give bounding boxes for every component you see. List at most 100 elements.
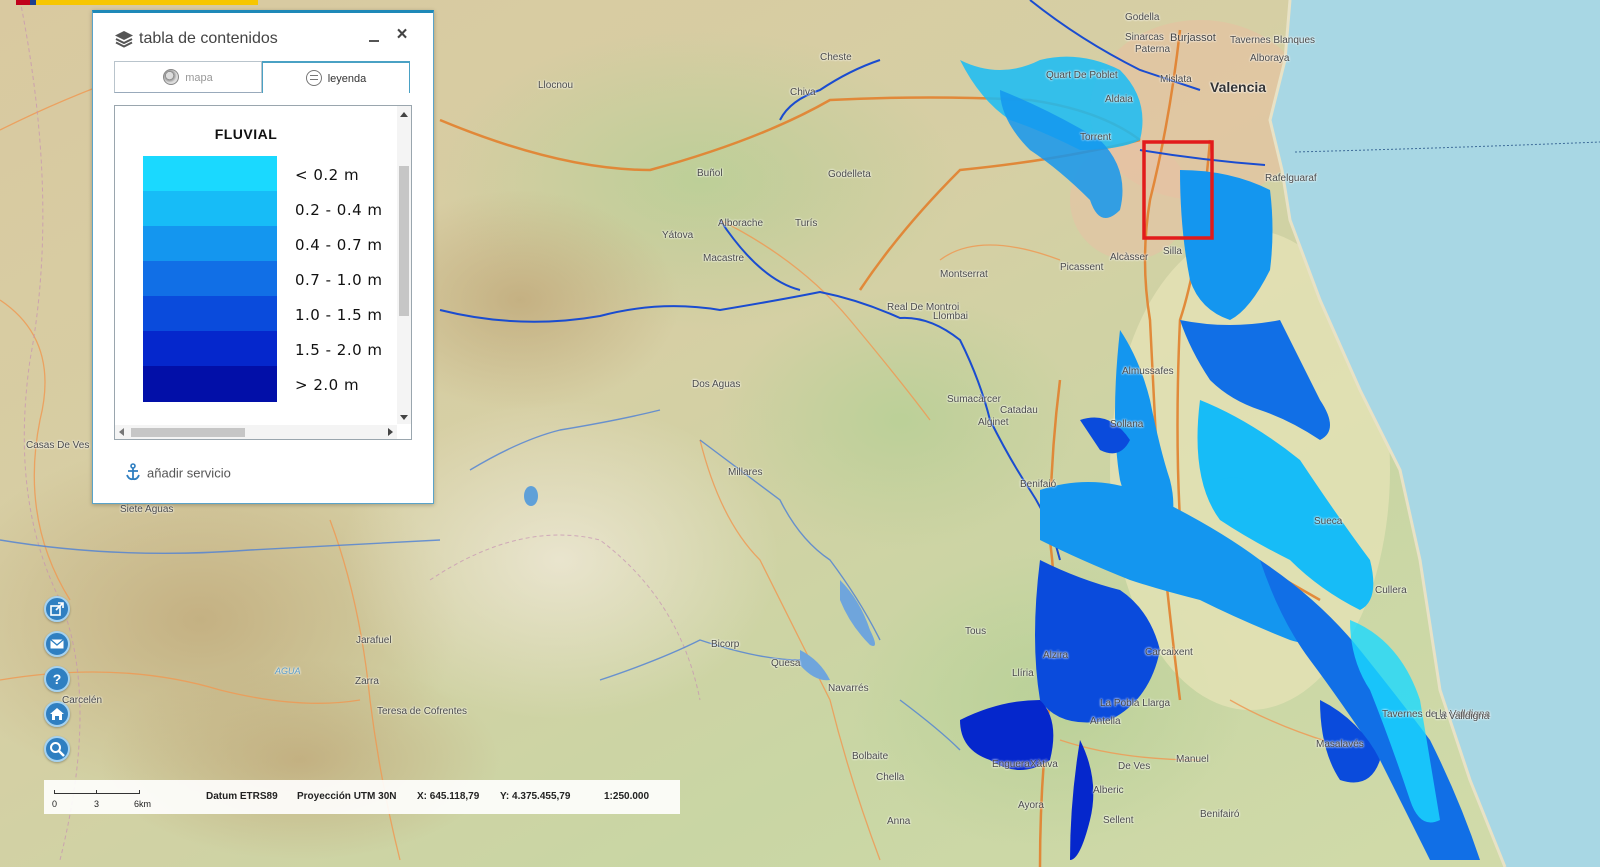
place-label: Cullera bbox=[1375, 585, 1407, 596]
add-service-label: añadir servicio bbox=[147, 465, 231, 481]
tab-label: mapa bbox=[185, 72, 213, 84]
horizontal-scrollbar[interactable] bbox=[115, 425, 397, 439]
legend-swatch bbox=[143, 331, 277, 367]
place-label: La Pobla Llarga bbox=[1100, 698, 1171, 709]
place-label: Sellent bbox=[1103, 815, 1134, 826]
legend-label: 1.0 - 1.5 m bbox=[295, 306, 383, 324]
tab-leyenda[interactable]: leyenda bbox=[262, 61, 410, 93]
place-label: Almussafes bbox=[1122, 366, 1174, 377]
place-label: Enguera bbox=[992, 759, 1030, 770]
place-label: Manuel bbox=[1176, 754, 1209, 765]
anchor-icon bbox=[126, 463, 140, 481]
scroll-down-icon[interactable] bbox=[400, 415, 408, 420]
zoom-button[interactable] bbox=[44, 736, 70, 762]
place-label: Yátova bbox=[662, 230, 694, 241]
scroll-thumb[interactable] bbox=[399, 166, 409, 316]
place-label: AGUA bbox=[275, 666, 301, 676]
help-icon: ? bbox=[53, 671, 62, 687]
place-label: Alginet bbox=[978, 417, 1009, 428]
tab-mapa[interactable]: mapa bbox=[114, 61, 262, 93]
place-label: Alboraya bbox=[1250, 53, 1290, 64]
place-label: Sollana bbox=[1110, 419, 1144, 430]
legend-box: FLUVIAL < 0.2 m 0.2 - 0.4 m 0.4 - 0.7 m 0.7… bbox=[114, 105, 412, 440]
place-label: Catadau bbox=[1000, 405, 1038, 416]
scroll-up-icon[interactable] bbox=[400, 112, 408, 117]
legend-swatch bbox=[143, 156, 277, 192]
toc-tabs: mapa leyenda bbox=[114, 61, 412, 95]
mail-button[interactable] bbox=[44, 631, 70, 657]
legend-title: FLUVIAL bbox=[214, 126, 278, 142]
legend-swatch bbox=[143, 226, 277, 262]
legend-item: 1.0 - 1.5 m bbox=[143, 296, 393, 332]
legend-item: 0.2 - 0.4 m bbox=[143, 191, 393, 227]
legend-item: 0.7 - 1.0 m bbox=[143, 261, 393, 297]
place-label: Sinarcas bbox=[1125, 32, 1164, 43]
legend-label: 1.5 - 2.0 m bbox=[295, 341, 383, 359]
place-label: Alborache bbox=[718, 218, 764, 229]
place-label: Bicorp bbox=[711, 639, 740, 650]
place-label: Chiva bbox=[790, 87, 816, 98]
scroll-left-icon[interactable] bbox=[119, 428, 124, 436]
place-label: Turís bbox=[795, 218, 818, 229]
legend-item: 1.5 - 2.0 m bbox=[143, 331, 393, 367]
place-label: Mislata bbox=[1160, 74, 1192, 85]
place-label: La Valldigna bbox=[1435, 711, 1490, 722]
place-label: Casas De Ves bbox=[26, 440, 90, 451]
legend-swatch bbox=[143, 366, 277, 402]
legend-item: < 0.2 m bbox=[143, 156, 393, 192]
legend-label: > 2.0 m bbox=[295, 376, 360, 394]
legend-label: 0.4 - 0.7 m bbox=[295, 236, 383, 254]
projection: Proyección UTM 30N bbox=[297, 791, 397, 802]
place-label: Tous bbox=[965, 626, 987, 637]
toc-header[interactable]: tabla de contenidos × bbox=[93, 13, 433, 63]
legend-item: 0.4 - 0.7 m bbox=[143, 226, 393, 262]
place-label: Ayora bbox=[1018, 800, 1044, 811]
legend-item: > 2.0 m bbox=[143, 366, 393, 402]
y-coordinate: Y: 4.375.455,79 bbox=[500, 791, 571, 802]
hscroll-thumb[interactable] bbox=[131, 428, 245, 437]
place-label: Xàtiva bbox=[1030, 759, 1058, 770]
place-label: Buñol bbox=[697, 168, 723, 179]
place-label: Masalavés bbox=[1316, 739, 1364, 750]
place-label: Benifairó bbox=[1200, 809, 1240, 820]
legend-swatch bbox=[143, 296, 277, 332]
help-button[interactable]: ? bbox=[44, 666, 70, 692]
scale-label: 6km bbox=[134, 799, 152, 809]
legend-label: 0.2 - 0.4 m bbox=[295, 201, 383, 219]
place-label: Zarra bbox=[355, 676, 379, 687]
scroll-right-icon[interactable] bbox=[388, 428, 393, 436]
place-label: Dos Aguas bbox=[692, 379, 741, 390]
add-service-button[interactable]: añadir servicio bbox=[125, 463, 231, 483]
legend-label: 0.7 - 1.0 m bbox=[295, 271, 383, 289]
vertical-scrollbar[interactable] bbox=[397, 106, 411, 424]
place-label: Picassent bbox=[1060, 262, 1104, 273]
place-label: Llocnou bbox=[538, 80, 574, 91]
place-label: Anna bbox=[887, 816, 911, 827]
place-label: Paterna bbox=[1135, 44, 1171, 55]
place-label: Carcelén bbox=[62, 695, 103, 706]
place-label: Alcàsser bbox=[1110, 252, 1149, 263]
home-button[interactable] bbox=[44, 701, 70, 727]
svg-text:?: ? bbox=[53, 671, 62, 687]
list-icon bbox=[305, 70, 322, 87]
legend-label: < 0.2 m bbox=[295, 166, 360, 184]
place-label: Alberic bbox=[1093, 785, 1124, 796]
place-label: Quesa bbox=[771, 658, 801, 669]
place-label: Montserrat bbox=[940, 269, 988, 280]
place-label: Sumacàrcer bbox=[947, 394, 1001, 405]
globe-icon bbox=[163, 69, 180, 86]
place-label: Aldaia bbox=[1105, 94, 1133, 105]
close-icon[interactable]: × bbox=[393, 25, 411, 44]
scale-label: 3 bbox=[94, 799, 100, 809]
place-label: Carcaixent bbox=[1145, 647, 1193, 658]
share-button[interactable] bbox=[44, 596, 70, 622]
place-label: Siete Aguas bbox=[120, 504, 174, 515]
minimize-icon[interactable] bbox=[367, 29, 381, 47]
layers-icon bbox=[115, 31, 133, 48]
place-label: Sueca bbox=[1314, 516, 1343, 527]
place-label: Chella bbox=[876, 772, 905, 783]
toc-panel: tabla de contenidos × mapa leyenda FLUVI… bbox=[92, 10, 434, 504]
zoom-icon bbox=[50, 742, 65, 757]
place-label: Macastre bbox=[703, 253, 745, 264]
tab-label: leyenda bbox=[327, 73, 367, 85]
